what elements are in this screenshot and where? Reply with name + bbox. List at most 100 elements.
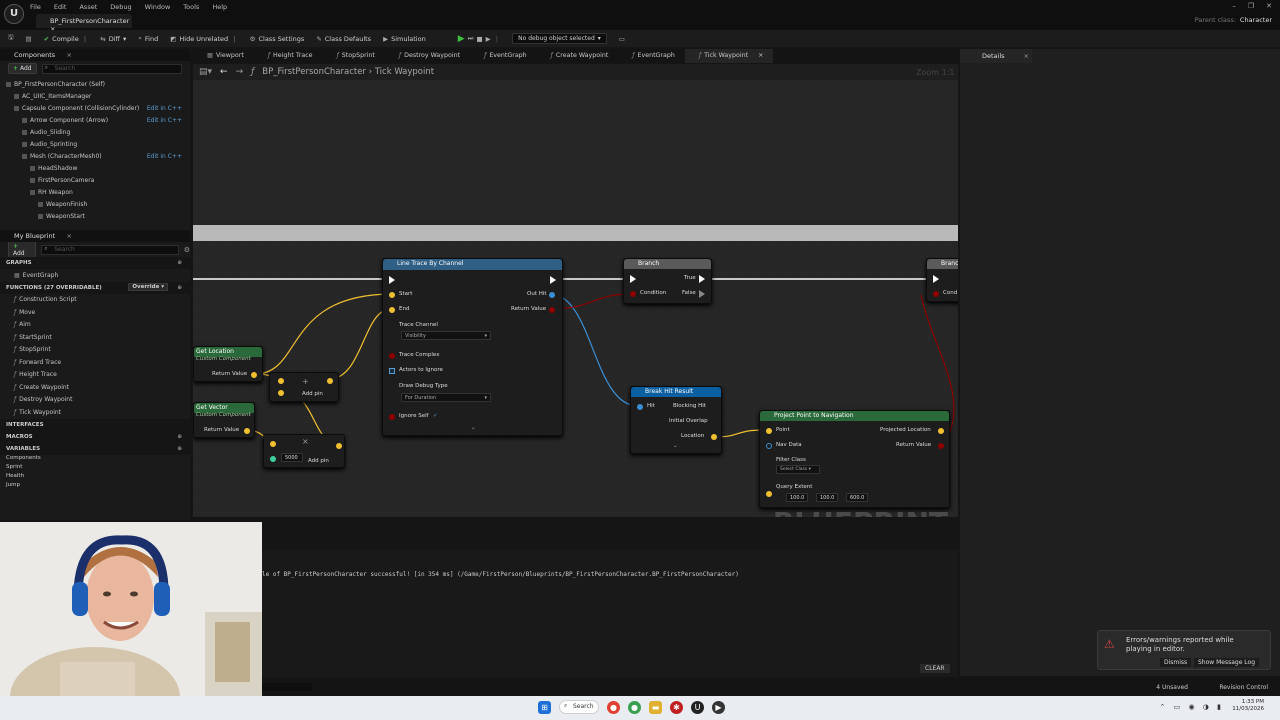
close-window-icon[interactable]: ✕ bbox=[1266, 2, 1272, 10]
hit-pin[interactable] bbox=[637, 404, 643, 410]
actors-to-ignore-pin[interactable] bbox=[389, 368, 395, 374]
close-icon[interactable]: × bbox=[1024, 52, 1029, 60]
browse-icon[interactable]: ▤ bbox=[26, 35, 32, 43]
close-icon[interactable]: × bbox=[67, 232, 72, 240]
function-item[interactable]: ƒ StopSprint bbox=[0, 344, 190, 357]
taskbar-clock[interactable]: 1:33 PM 11/03/2026 bbox=[1232, 699, 1264, 713]
true-exec-pin[interactable] bbox=[699, 275, 705, 283]
graph-tab[interactable]: ƒ Tick Waypoint × bbox=[684, 49, 774, 63]
save-icon[interactable]: 🖫 bbox=[8, 33, 14, 44]
details-tab[interactable]: Details × bbox=[960, 49, 1032, 63]
parent-class-value[interactable]: Character bbox=[1240, 16, 1272, 24]
macros-section[interactable]: MACROS ⊕ bbox=[0, 430, 190, 443]
menu-file[interactable]: File bbox=[30, 3, 41, 12]
component-item[interactable]: Arrow Component (Arrow) Edit in C++ bbox=[0, 114, 190, 126]
add-function-icon[interactable]: ⊕ bbox=[177, 285, 182, 291]
branch-node-edge[interactable]: Branch Cond bbox=[926, 258, 958, 302]
blueprint-graph[interactable]: Get Location Custom Component Return Val… bbox=[193, 80, 958, 517]
out-hit-pin[interactable] bbox=[549, 292, 555, 298]
function-item[interactable]: ƒ StartSprint bbox=[0, 331, 190, 344]
menu-debug[interactable]: Debug bbox=[110, 3, 131, 12]
dismiss-button[interactable]: Dismiss bbox=[1160, 658, 1192, 667]
variable-category[interactable]: Jump bbox=[0, 482, 190, 491]
graph-tab[interactable]: ƒ EventGraph bbox=[470, 49, 537, 63]
get-vector-node[interactable]: Get Vector Custom Component Return Value bbox=[193, 402, 255, 438]
ignore-self-pin[interactable] bbox=[389, 414, 395, 420]
step-icon[interactable]: ⏭ bbox=[468, 34, 474, 43]
menu-window[interactable]: Window bbox=[145, 3, 171, 12]
exec-in-pin[interactable] bbox=[933, 275, 939, 283]
find-button[interactable]: ⌕ Find bbox=[138, 34, 158, 43]
command-input[interactable] bbox=[262, 683, 312, 691]
browser-icon[interactable]: ● bbox=[628, 700, 641, 714]
taskbar-search[interactable]: Search bbox=[559, 700, 599, 714]
diff-button[interactable]: ⇆ Diff ▾ bbox=[100, 35, 126, 43]
add-graph-icon[interactable]: ⊕ bbox=[177, 260, 182, 266]
line-trace-node[interactable]: Line Trace By Channel Start Out Hit End … bbox=[382, 258, 563, 436]
function-item[interactable]: ƒ Tick Waypoint bbox=[0, 406, 190, 419]
show-message-log-button[interactable]: Show Message Log bbox=[1194, 658, 1260, 667]
function-item[interactable]: ƒ Move bbox=[0, 306, 190, 319]
draw-debug-select[interactable]: For Duration ▾ bbox=[401, 393, 491, 402]
component-item[interactable]: Audio_Sprinting bbox=[0, 138, 190, 150]
function-item[interactable]: ƒ Height Trace bbox=[0, 369, 190, 382]
vector-pin[interactable] bbox=[278, 378, 284, 384]
unreal-logo-icon[interactable]: U bbox=[4, 4, 24, 24]
stop-icon[interactable]: ■ bbox=[476, 35, 482, 43]
function-item[interactable]: ƒ Aim bbox=[0, 319, 190, 332]
project-point-node[interactable]: Project Point to Navigation Point Projec… bbox=[759, 410, 950, 508]
edit-in-cpp-link[interactable]: Edit in C++ bbox=[147, 105, 182, 112]
add-variable-icon[interactable]: ⊕ bbox=[177, 446, 182, 452]
vector-pin[interactable] bbox=[244, 428, 250, 434]
expand-chevron-icon[interactable]: ⌄ bbox=[673, 443, 678, 449]
component-item[interactable]: AC_UIIC_ItemsManager bbox=[0, 90, 190, 102]
class-defaults-button[interactable]: ✎ Class Defaults bbox=[316, 35, 371, 43]
projected-location-pin[interactable] bbox=[938, 428, 944, 434]
add-button[interactable]: + Add bbox=[8, 240, 37, 259]
clear-button[interactable]: CLEAR bbox=[920, 664, 950, 673]
close-icon[interactable]: × bbox=[67, 51, 72, 59]
hide-unrelated-button[interactable]: ◩ Hide Unrelated ⋮ bbox=[170, 35, 237, 43]
debug-object-select[interactable]: No debug object selected ▾ bbox=[512, 33, 607, 44]
graph-tab[interactable]: ƒ StopSprint bbox=[323, 49, 385, 63]
extent-y-input[interactable]: 100.0 bbox=[816, 493, 838, 502]
override-dropdown[interactable]: Override ▾ bbox=[128, 282, 168, 291]
component-item[interactable]: RH Weapon bbox=[0, 186, 190, 198]
false-exec-pin[interactable] bbox=[699, 290, 705, 298]
component-item[interactable]: WeaponFinish bbox=[0, 198, 190, 210]
menu-tools[interactable]: Tools bbox=[183, 3, 199, 12]
component-item[interactable]: Capsule Component (CollisionCylinder) Edi… bbox=[0, 102, 190, 114]
branch-node[interactable]: Branch True Condition False bbox=[623, 258, 712, 304]
more-icon[interactable]: ⋮ bbox=[494, 35, 501, 43]
debug-filter-icon[interactable]: ▭ bbox=[619, 35, 625, 43]
forward-icon[interactable]: → bbox=[236, 67, 244, 77]
filter-class-select[interactable]: Select Class ▾ bbox=[776, 465, 820, 474]
point-pin[interactable] bbox=[766, 428, 772, 434]
file-explorer-icon[interactable]: ▬ bbox=[649, 700, 662, 714]
app-icon[interactable]: ✱ bbox=[670, 700, 683, 714]
media-icon[interactable]: ▶ bbox=[712, 700, 725, 714]
variables-section[interactable]: VARIABLES ⊕ bbox=[0, 442, 190, 455]
simulation-button[interactable]: ▶ Simulation bbox=[383, 35, 426, 43]
edit-in-cpp-link[interactable]: Edit in C++ bbox=[147, 117, 182, 124]
function-item[interactable]: ƒ Destroy Waypoint bbox=[0, 394, 190, 407]
minimize-icon[interactable]: – bbox=[1232, 2, 1236, 10]
component-item[interactable]: BP_FirstPersonCharacter (Self) bbox=[0, 78, 190, 90]
add-pin-label[interactable]: Add pin bbox=[308, 458, 329, 464]
return-bool-pin[interactable] bbox=[549, 307, 555, 313]
breadcrumb[interactable]: BP_FirstPersonCharacter › Tick Waypoint bbox=[262, 67, 434, 77]
add-node[interactable]: + Add pin bbox=[269, 372, 339, 402]
break-hit-result-node[interactable]: Break Hit Result Hit Blocking Hit Initia… bbox=[630, 386, 722, 454]
vector-pin[interactable] bbox=[336, 443, 342, 449]
component-item[interactable]: FirstPersonCamera bbox=[0, 174, 190, 186]
component-item[interactable]: WeaponStart bbox=[0, 210, 190, 222]
revision-control[interactable]: Revision Control bbox=[1219, 684, 1268, 691]
graph-tab[interactable]: ƒ EventGraph bbox=[618, 49, 685, 63]
document-tab[interactable]: BP_FirstPersonCharacter × bbox=[36, 14, 132, 33]
unsaved-indicator[interactable]: 4 Unsaved bbox=[1156, 684, 1188, 691]
vector-pin[interactable] bbox=[251, 372, 257, 378]
system-tray[interactable]: ⌃ ▭ ◉ ◑ ▮ bbox=[1160, 703, 1224, 711]
frame-skip-icon[interactable]: ▶ bbox=[486, 35, 491, 43]
graph-tab[interactable]: ƒ Height Trace bbox=[254, 49, 323, 63]
graph-tab[interactable]: ƒ Create Waypoint bbox=[537, 49, 619, 63]
